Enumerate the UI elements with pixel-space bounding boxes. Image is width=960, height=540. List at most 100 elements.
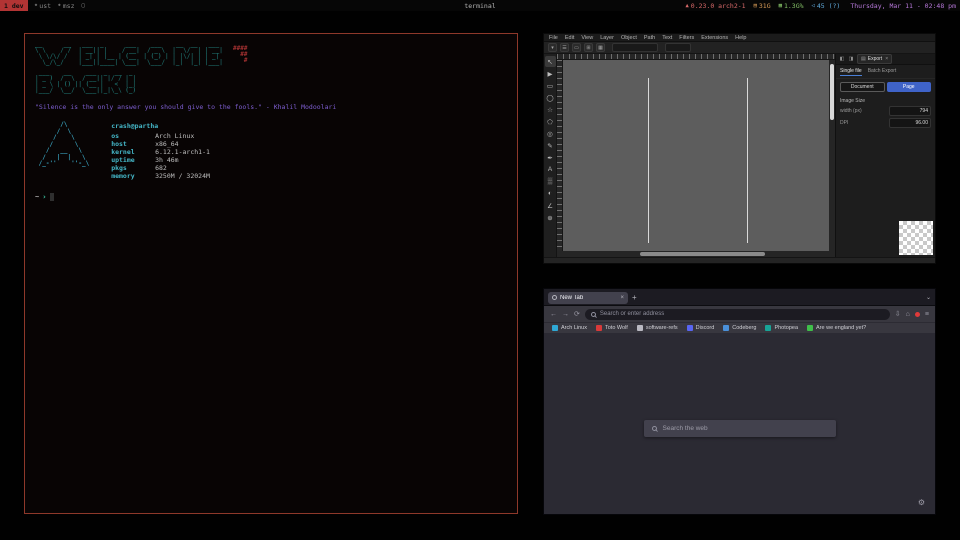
toolbar-control[interactable]: ⊞: [584, 43, 593, 52]
bookmark-item[interactable]: Are we england yet?: [807, 325, 866, 331]
status-module-text: 1.3G%: [784, 2, 804, 10]
toolbar-control[interactable]: ▭: [572, 43, 581, 52]
fetch-info-value: Arch Linux: [155, 132, 194, 140]
toolbox: ↖▶▭◯☆⬠◎✎✒A▒◐∠⊕: [544, 54, 557, 257]
tool-icon[interactable]: A: [545, 164, 556, 175]
menu-icon[interactable]: ≡: [925, 311, 929, 318]
bookmark-item[interactable]: Photopea: [765, 325, 798, 331]
layout-indicator-icon[interactable]: ▢: [82, 2, 86, 9]
export-dialog-tab[interactable]: ▤ Export ×: [857, 54, 892, 64]
dpi-input[interactable]: 96.00: [889, 118, 931, 128]
terminal-window[interactable]: __ __ ___ _ ___ ___ __ __ ___ \ \ / / | …: [24, 33, 518, 514]
bookmark-favicon: [637, 325, 643, 331]
dock-icon[interactable]: ◨: [847, 55, 855, 63]
dock-header-icons: ◧◨: [838, 55, 855, 63]
status-module-text: 0.23.0 arch2-1: [691, 2, 746, 10]
export-close-icon[interactable]: ×: [885, 56, 888, 62]
export-tab-label: Export: [868, 56, 882, 62]
tool-icon[interactable]: ◐: [545, 188, 556, 199]
toolbar-control[interactable]: ▦: [596, 43, 605, 52]
inkscape-window[interactable]: File Edit View Layer Object Path Text Filters Ex…: [543, 33, 936, 264]
bookmark-item[interactable]: software-refs: [637, 325, 678, 331]
tool-icon[interactable]: ◎: [545, 128, 556, 139]
status-module-text: 31G: [759, 2, 771, 10]
canvas[interactable]: [563, 60, 829, 251]
menu-item[interactable]: View: [581, 35, 593, 41]
horizontal-scrollbar[interactable]: [557, 251, 835, 257]
dpi-row: DPI 96.00: [836, 117, 935, 129]
menu-item[interactable]: File: [549, 35, 558, 41]
url-bar[interactable]: Search or enter address: [585, 309, 890, 320]
bookmark-item[interactable]: Arch Linux: [552, 325, 587, 331]
fetch-info-row: pkgs 682: [111, 164, 210, 172]
fetch-userhost: crash@partha: [111, 122, 210, 130]
tool-icon[interactable]: ◯: [545, 92, 556, 103]
recording-indicator[interactable]: [915, 312, 920, 317]
menu-item[interactable]: Layer: [600, 35, 614, 41]
menu-item[interactable]: Edit: [565, 35, 574, 41]
toolbar-controls: ▾☰▭⊞▦: [548, 43, 605, 52]
tab-single-file[interactable]: Single file: [840, 68, 862, 76]
tool-icon[interactable]: ▭: [545, 80, 556, 91]
fetch-info-value: 682: [155, 164, 167, 172]
toolbar-control[interactable]: ☰: [560, 43, 569, 52]
browser-tab-active[interactable]: New Tab ×: [548, 292, 628, 304]
url-placeholder: Search or enter address: [600, 311, 664, 317]
menu-item[interactable]: Filters: [679, 35, 694, 41]
workspace-tag[interactable]: ◆ msz: [58, 2, 74, 10]
back-button[interactable]: ←: [550, 311, 557, 318]
forward-button[interactable]: →: [562, 311, 569, 318]
system-fetch-output: /\ / \ / \ / \ / __ \ / | | \ /_-'' ''-_…: [35, 122, 507, 180]
fetch-info-label: uptime: [111, 156, 151, 164]
browser-window[interactable]: New Tab × + ⌄ ← → ⟳ Search or enter addr…: [543, 288, 936, 515]
fetch-info: crash@partha os Arch Linux host x86_64: [111, 122, 210, 180]
bookmark-item[interactable]: Discord: [687, 325, 715, 331]
tool-icon[interactable]: ▶: [545, 68, 556, 79]
menu-item[interactable]: Path: [644, 35, 655, 41]
bookmark-item[interactable]: Toto Wolf: [596, 325, 628, 331]
downloads-icon[interactable]: ⇩: [895, 310, 901, 318]
reload-button[interactable]: ⟳: [574, 310, 580, 318]
dock-icon[interactable]: ◧: [838, 55, 846, 63]
home-icon[interactable]: ⌂: [906, 311, 910, 318]
fetch-info-label: os: [111, 132, 151, 140]
menu-item[interactable]: Extensions: [701, 35, 728, 41]
dpi-label: DPI: [840, 120, 848, 126]
search-icon: [652, 426, 657, 431]
export-area-document-button[interactable]: Document: [840, 82, 885, 92]
tool-icon[interactable]: ▒: [545, 176, 556, 187]
bookmark-favicon: [687, 325, 693, 331]
workspace-tag-active[interactable]: 1 dev: [0, 0, 28, 11]
workspace-tag[interactable]: ◆ ust: [35, 2, 51, 10]
toolbar-field[interactable]: [612, 43, 658, 52]
export-dock: ◧◨ ▤ Export × Single file Batch Export D…: [835, 54, 935, 257]
toolbar-control[interactable]: ▾: [548, 43, 557, 52]
horizontal-scrollbar-thumb[interactable]: [640, 252, 765, 256]
status-bar: 1 dev ◆ ust ◆ msz ▢ terminal ▲ 0.23.0 ar…: [0, 0, 960, 11]
menu-item[interactable]: Help: [735, 35, 746, 41]
tool-icon[interactable]: ↖: [545, 56, 556, 67]
tool-icon[interactable]: ✎: [545, 140, 556, 151]
export-area-page-button[interactable]: Page: [887, 82, 932, 92]
menu-item[interactable]: Object: [621, 35, 637, 41]
bookmark-item[interactable]: Codeberg: [723, 325, 756, 331]
tab-batch-export[interactable]: Batch Export: [868, 68, 897, 76]
new-tab-button[interactable]: +: [632, 294, 637, 302]
menu-bar: File Edit View Layer Object Path Text Filters Ex…: [544, 34, 935, 42]
personalize-gear-icon[interactable]: ⚙: [918, 498, 925, 507]
tool-icon[interactable]: ∠: [545, 200, 556, 211]
tool-icon[interactable]: ☆: [545, 104, 556, 115]
menu-item[interactable]: Text: [662, 35, 672, 41]
toolbar-field[interactable]: [665, 43, 691, 52]
web-search-input[interactable]: Search the web: [644, 420, 836, 437]
bookmark-label: Codeberg: [732, 325, 756, 331]
tab-close-icon[interactable]: ×: [620, 295, 624, 301]
ascii-banner-welcome: __ __ ___ _ ___ ___ __ __ ___ \ \ / / | …: [35, 42, 507, 66]
tool-icon[interactable]: ⬠: [545, 116, 556, 127]
list-all-tabs-icon[interactable]: ⌄: [926, 294, 931, 301]
vertical-scrollbar-thumb[interactable]: [830, 64, 834, 120]
width-input[interactable]: 794: [889, 106, 931, 116]
tool-icon[interactable]: ✒: [545, 152, 556, 163]
shell-prompt[interactable]: ~ ›: [35, 193, 507, 201]
tool-icon[interactable]: ⊕: [545, 212, 556, 223]
